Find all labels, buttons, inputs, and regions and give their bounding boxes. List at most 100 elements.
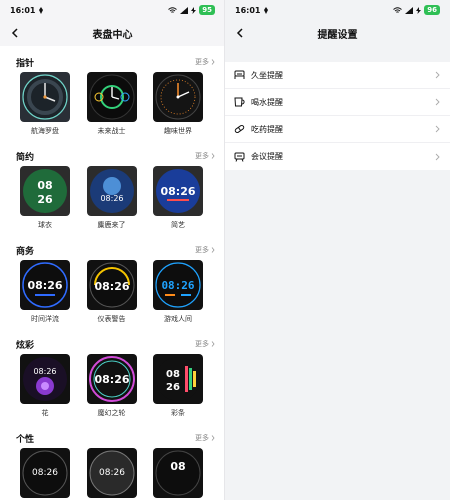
back-arrow-icon [11, 28, 18, 38]
reminder-settings-screen: 16:01 96 提醒设置 久坐提醒 喝水提醒 吃药提醒 会议提醒 [225, 0, 450, 500]
charging-icon [416, 6, 422, 14]
meeting-icon [233, 151, 245, 163]
section-title: 商务 [16, 246, 35, 257]
section-pointer: 指针 更多 航海罗盘 未来战士 趣味世界 [0, 46, 225, 136]
section-simple: 简约 更多 08 26 球衣 08:26 麋鹿来了 08:26 简艺 [0, 136, 225, 230]
reminder-item-sedentary[interactable]: 久坐提醒 [225, 62, 450, 89]
more-link[interactable]: 更多 [195, 245, 215, 255]
watchface-name: 未来战士 [97, 127, 126, 135]
watchface-item[interactable]: 08 26 彩条 [153, 354, 203, 418]
watchface-name: 简艺 [171, 221, 185, 229]
svg-text:08: 08 [37, 179, 52, 192]
watchface-thumbnail: 08:26 [20, 354, 70, 404]
reminder-list: 久坐提醒 喝水提醒 吃药提醒 会议提醒 [225, 62, 450, 170]
svg-text:08:26: 08:26 [32, 468, 58, 478]
watchface-thumbnail: 08:26 [86, 354, 137, 404]
reminder-item-medicine[interactable]: 吃药提醒 [225, 116, 450, 143]
chevron-right-icon [435, 98, 440, 106]
section-title: 个性 [16, 434, 35, 445]
signal-icon [405, 6, 414, 14]
more-label: 更多 [195, 246, 209, 254]
watchface-name: 彩条 [171, 409, 185, 417]
wifi-icon [168, 6, 178, 13]
reminder-label: 吃药提醒 [251, 124, 283, 134]
more-link[interactable]: 更多 [195, 433, 215, 443]
more-link[interactable]: 更多 [195, 339, 215, 349]
watchface-name: 时间洋流 [31, 315, 59, 323]
svg-text:26: 26 [166, 382, 180, 393]
reminder-item-meeting[interactable]: 会议提醒 [225, 143, 450, 170]
location-icon [39, 6, 44, 14]
more-link[interactable]: 更多 [195, 151, 215, 161]
svg-text:08:26: 08:26 [27, 279, 62, 292]
section-title: 炫彩 [16, 340, 35, 351]
watchface-name: 趣味世界 [164, 127, 192, 135]
watchface-name: 球衣 [38, 221, 52, 229]
watchface-thumbnail: 08:26 [153, 166, 203, 216]
watchface-item[interactable]: 08:26 [20, 448, 70, 498]
watchface-name: 花 [41, 409, 49, 417]
battery-badge: 95 [199, 5, 215, 15]
chevron-right-icon [211, 341, 215, 347]
section-title: 简约 [16, 152, 35, 163]
watchface-item[interactable]: 08:26 仪表警告 [86, 260, 137, 324]
back-button[interactable] [8, 26, 22, 40]
page-title: 表盘中心 [92, 29, 133, 41]
reminder-item-drink[interactable]: 喝水提醒 [225, 89, 450, 116]
back-button[interactable] [233, 26, 247, 40]
more-label: 更多 [195, 58, 209, 66]
location-icon [264, 6, 269, 14]
chevron-right-icon [435, 71, 440, 79]
watchface-item[interactable]: 08:26 时间洋流 [20, 260, 70, 324]
signal-icon [180, 6, 189, 14]
watchface-thumbnail: 08:26 [153, 260, 203, 310]
svg-text:08:26: 08:26 [94, 280, 129, 293]
watchface-name: 航海罗盘 [31, 127, 59, 135]
section-personality: 个性 更多 08:26 08:26 08 [0, 418, 225, 498]
watchface-thumbnail: 08:26 [86, 448, 137, 498]
chevron-right-icon [211, 153, 215, 159]
watchface-item[interactable]: 08:26 简艺 [153, 166, 203, 230]
watchface-item[interactable]: 趣味世界 [153, 72, 203, 136]
svg-text:08: 08 [170, 460, 185, 473]
watchface-item[interactable]: 08 [153, 448, 203, 498]
watchface-list: 指针 更多 航海罗盘 未来战士 趣味世界 简约 更多 08 26 球衣 08:2… [0, 46, 225, 500]
chevron-right-icon [211, 59, 215, 65]
watchface-thumbnail [86, 72, 137, 122]
watchface-item[interactable]: 08 26 球衣 [20, 166, 70, 230]
watchface-item[interactable]: 航海罗盘 [20, 72, 70, 136]
watchface-name: 游戏人间 [164, 315, 192, 323]
more-label: 更多 [195, 152, 209, 160]
watchface-item[interactable]: 08:26 [86, 448, 137, 498]
svg-text:08:26: 08:26 [94, 373, 129, 386]
svg-text:08:26: 08:26 [160, 185, 195, 198]
watchface-name: 魔幻之轮 [97, 409, 126, 417]
status-time: 16:01 [235, 5, 261, 15]
watchface-thumbnail: 08 26 [20, 166, 70, 216]
watchface-thumbnail: 08 26 [153, 354, 203, 404]
reminder-label: 喝水提醒 [251, 97, 283, 107]
watchface-thumbnail: 08:26 [20, 260, 70, 310]
seat-icon [233, 69, 245, 81]
back-arrow-icon [236, 28, 243, 38]
watchface-thumbnail: 08:26 [86, 166, 137, 216]
watchface-item[interactable]: 08:26 游戏人间 [153, 260, 203, 324]
more-label: 更多 [195, 434, 209, 442]
more-link[interactable]: 更多 [195, 57, 215, 67]
charging-icon [191, 6, 197, 14]
watchface-item[interactable]: 08:26 花 [20, 354, 70, 418]
watchface-name: 仪表警告 [97, 315, 126, 323]
watchface-item[interactable]: 未来战士 [86, 72, 137, 136]
watchface-item[interactable]: 08:26 麋鹿来了 [86, 166, 137, 230]
svg-text:26: 26 [37, 193, 53, 206]
svg-text:08:26: 08:26 [33, 367, 56, 376]
status-bar: 16:01 96 [225, 0, 450, 20]
watchface-thumbnail: 08:26 [20, 448, 70, 498]
pill-icon [233, 123, 245, 135]
page-title: 提醒设置 [317, 29, 358, 41]
watchface-thumbnail: 08:26 [86, 260, 137, 310]
watchface-item[interactable]: 08:26 魔幻之轮 [86, 354, 137, 418]
battery-badge: 96 [424, 5, 440, 15]
status-time: 16:01 [10, 5, 36, 15]
reminder-label: 会议提醒 [251, 152, 283, 161]
